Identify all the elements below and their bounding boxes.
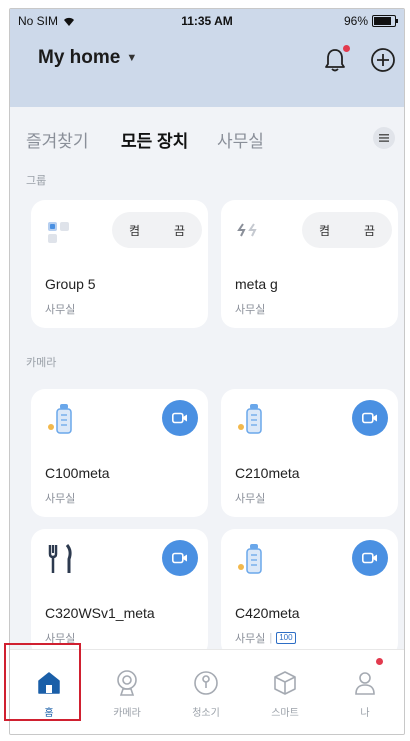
nav-label: 스마트	[271, 708, 299, 719]
camera-card[interactable]: C420meta 사무실 | 100	[221, 529, 398, 657]
room-tabs: 즐겨찾기 모든 장치 사무실	[10, 109, 404, 169]
video-icon	[172, 412, 187, 424]
tab-favorites[interactable]: 즐겨찾기	[26, 127, 89, 152]
group-card[interactable]: 켬 끔 Group 5 사무실	[31, 200, 208, 328]
room-label: 사무실	[235, 633, 266, 645]
group-toggle: 켬 끔	[302, 212, 392, 248]
group-card[interactable]: 켬 끔 meta g 사무실	[221, 200, 398, 328]
bottle-icon	[48, 404, 72, 434]
camera-button[interactable]	[162, 540, 198, 576]
device-name: C320WSv1_meta	[45, 605, 155, 621]
nav-me[interactable]: 나	[326, 650, 404, 734]
notification-dot	[343, 45, 350, 52]
vacuum-icon	[191, 668, 221, 698]
camera-card[interactable]: C320WSv1_meta 사무실	[31, 529, 208, 657]
switch-icon	[237, 223, 257, 237]
device-room: 사무실	[235, 490, 265, 506]
phone-screen: No SIM 11:35 AM 96% My home ▼ 즐겨찾기 모든 장치…	[9, 8, 405, 735]
video-icon	[362, 552, 377, 564]
off-button[interactable]: 끔	[174, 222, 185, 239]
section-groups-label: 그룹	[26, 175, 47, 187]
device-room: 사무실	[235, 301, 265, 317]
device-name: meta g	[235, 276, 278, 292]
highlight-box	[4, 643, 81, 721]
bottle-icon	[238, 544, 262, 574]
nav-label: 청소기	[192, 708, 220, 719]
tab-menu-button[interactable]	[373, 127, 395, 149]
add-icon[interactable]	[370, 47, 396, 73]
battery-percent: 96%	[343, 14, 368, 28]
camera-button[interactable]	[162, 400, 198, 436]
camera-button[interactable]	[352, 540, 388, 576]
room-label: 사무실	[45, 304, 76, 316]
camera-card[interactable]: C210meta 사무실	[221, 389, 398, 517]
room-label: 사무실	[45, 493, 76, 505]
status-bar: No SIM 11:35 AM 96%	[10, 9, 404, 33]
home-name: My home	[38, 47, 121, 68]
cube-icon	[270, 668, 300, 698]
room-label: 사무실	[235, 304, 266, 316]
nav-label: 나	[360, 708, 370, 719]
device-room: 사무실	[45, 301, 75, 317]
person-icon	[350, 668, 380, 698]
status-right: 96%	[343, 14, 398, 28]
caret-down-icon: ▼	[126, 52, 138, 64]
tab-office[interactable]: 사무실	[217, 127, 264, 152]
home-selector[interactable]: My home ▼	[38, 47, 137, 69]
fork-knife-icon	[48, 544, 72, 573]
on-button[interactable]: 켬	[319, 222, 330, 239]
battery-icon	[372, 15, 398, 27]
camera-card[interactable]: C100meta 사무실	[31, 389, 208, 517]
notification-dot	[376, 658, 383, 665]
off-button[interactable]: 끔	[364, 222, 375, 239]
section-cameras-label: 카메라	[26, 357, 57, 369]
group-icon	[48, 222, 69, 243]
nav-smart[interactable]: 스마트	[246, 650, 324, 734]
menu-icon	[379, 134, 389, 142]
nav-camera[interactable]: 카메라	[88, 650, 166, 734]
on-button[interactable]: 켬	[129, 222, 140, 239]
sd-card-badge: 100	[276, 632, 296, 644]
nav-vacuum[interactable]: 청소기	[167, 650, 245, 734]
tab-all-devices[interactable]: 모든 장치	[121, 127, 188, 152]
device-room: 사무실	[45, 490, 75, 506]
device-name: C100meta	[45, 465, 110, 481]
video-icon	[172, 552, 187, 564]
header: No SIM 11:35 AM 96% My home ▼	[10, 9, 404, 107]
group-toggle: 켬 끔	[112, 212, 202, 248]
device-name: C210meta	[235, 465, 300, 481]
nav-label: 카메라	[113, 708, 141, 719]
device-room: 사무실 | 100	[235, 630, 296, 646]
video-icon	[362, 412, 377, 424]
camera-button[interactable]	[352, 400, 388, 436]
device-name: C420meta	[235, 605, 300, 621]
room-label: 사무실	[235, 493, 266, 505]
bottle-icon	[238, 404, 262, 434]
battery-fill	[374, 17, 392, 25]
camera-icon	[112, 668, 142, 698]
separator: |	[269, 632, 273, 644]
device-name: Group 5	[45, 276, 96, 292]
